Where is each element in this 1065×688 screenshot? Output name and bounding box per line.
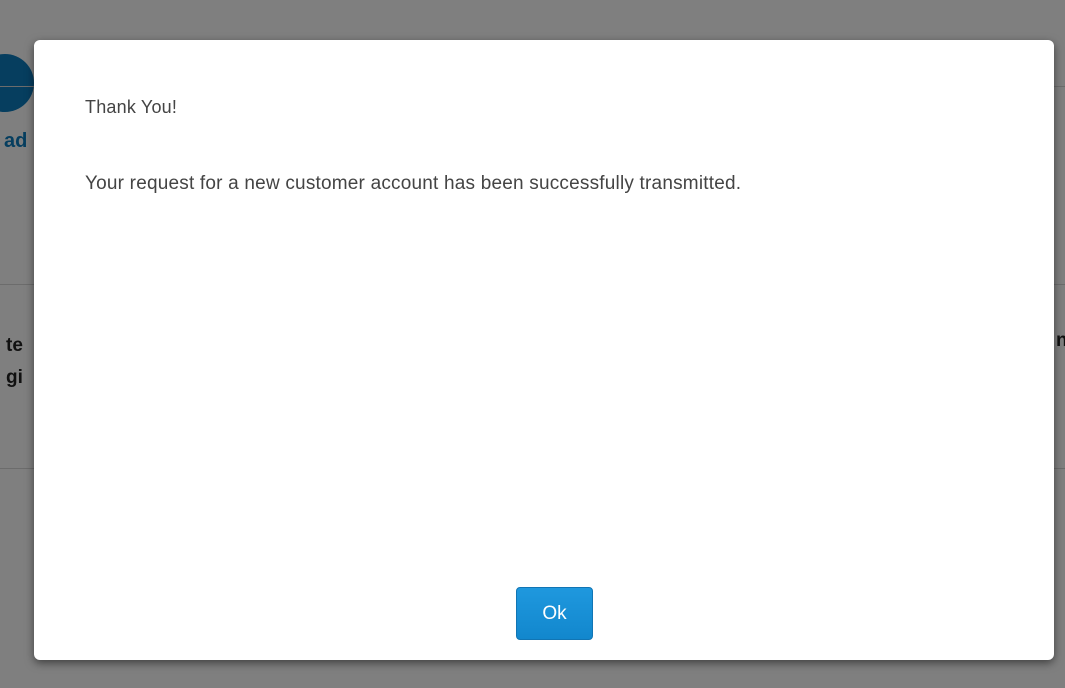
dialog-title: Thank You! — [85, 97, 178, 117]
page: ad te gi n Thank You! Your request for a… — [0, 0, 1065, 688]
dialog-message: Your request for a new customer account … — [85, 173, 742, 194]
confirmation-dialog: Thank You! Your request for a new custom… — [34, 40, 1054, 660]
ok-button[interactable]: Ok — [516, 587, 593, 640]
